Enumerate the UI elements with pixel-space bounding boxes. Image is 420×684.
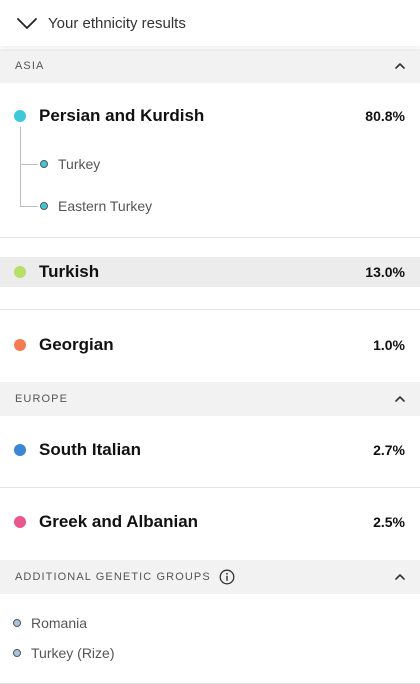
section-header-europe[interactable]: EUROPE <box>0 382 420 416</box>
region-name: Persian and Kurdish <box>39 106 205 125</box>
subregion-dot <box>40 202 48 210</box>
region-row-georgian[interactable]: Georgian 1.0% <box>0 330 420 360</box>
genetic-group-dot <box>13 619 21 627</box>
section-label: ADDITIONAL GENETIC GROUPS <box>15 571 211 583</box>
divider <box>0 309 420 310</box>
region-color-dot <box>14 444 26 456</box>
region-name: Turkish <box>39 262 100 281</box>
genetic-group-label: Romania <box>31 615 88 631</box>
divider <box>0 487 420 488</box>
tree-connector <box>20 206 38 207</box>
region-percent: 13.0% <box>365 264 405 280</box>
region-color-dot <box>14 110 26 122</box>
tree-connector <box>20 127 21 207</box>
genetic-group-label: Turkey (Rize) <box>31 645 115 661</box>
subregion-dot <box>40 160 48 168</box>
region-color-dot <box>14 339 26 351</box>
region-name: Georgian <box>39 335 114 354</box>
genetic-group-dot <box>13 649 21 657</box>
chevron-up-icon[interactable] <box>394 573 406 581</box>
subregion-label: Eastern Turkey <box>58 198 153 214</box>
region-row-greek-albanian[interactable]: Greek and Albanian 2.5% <box>0 507 420 537</box>
chevron-up-icon[interactable] <box>394 395 406 403</box>
region-name: Greek and Albanian <box>39 512 199 531</box>
region-color-dot <box>14 516 26 528</box>
divider <box>0 237 420 238</box>
region-percent: 2.5% <box>373 514 405 530</box>
region-row-persian-kurdish[interactable]: Persian and Kurdish 80.8% <box>0 100 420 132</box>
region-percent: 2.7% <box>373 442 405 458</box>
region-row-south-italian[interactable]: South Italian 2.7% <box>0 435 420 465</box>
results-header[interactable]: Your ethnicity results <box>0 0 420 46</box>
page-title: Your ethnicity results <box>48 14 186 32</box>
info-icon[interactable] <box>219 569 235 585</box>
region-percent: 1.0% <box>373 337 405 353</box>
section-header-additional-groups[interactable]: ADDITIONAL GENETIC GROUPS <box>0 560 420 594</box>
chevron-down-icon[interactable] <box>16 16 38 30</box>
genetic-group-item[interactable]: Romania <box>13 613 87 633</box>
region-percent: 80.8% <box>365 108 405 124</box>
section-header-asia[interactable]: ASIA <box>0 49 420 83</box>
region-row-turkish[interactable]: Turkish 13.0% <box>0 257 420 287</box>
section-label: ASIA <box>15 60 45 72</box>
genetic-group-item[interactable]: Turkey (Rize) <box>13 643 115 663</box>
subregion-label: Turkey <box>58 156 101 172</box>
chevron-up-icon[interactable] <box>394 62 406 70</box>
subregion-item[interactable]: Turkey <box>40 154 100 174</box>
tree-connector <box>20 164 38 165</box>
subregion-item[interactable]: Eastern Turkey <box>40 196 152 216</box>
region-name: South Italian <box>39 440 141 459</box>
section-label: EUROPE <box>15 393 69 405</box>
region-color-dot <box>14 266 26 278</box>
